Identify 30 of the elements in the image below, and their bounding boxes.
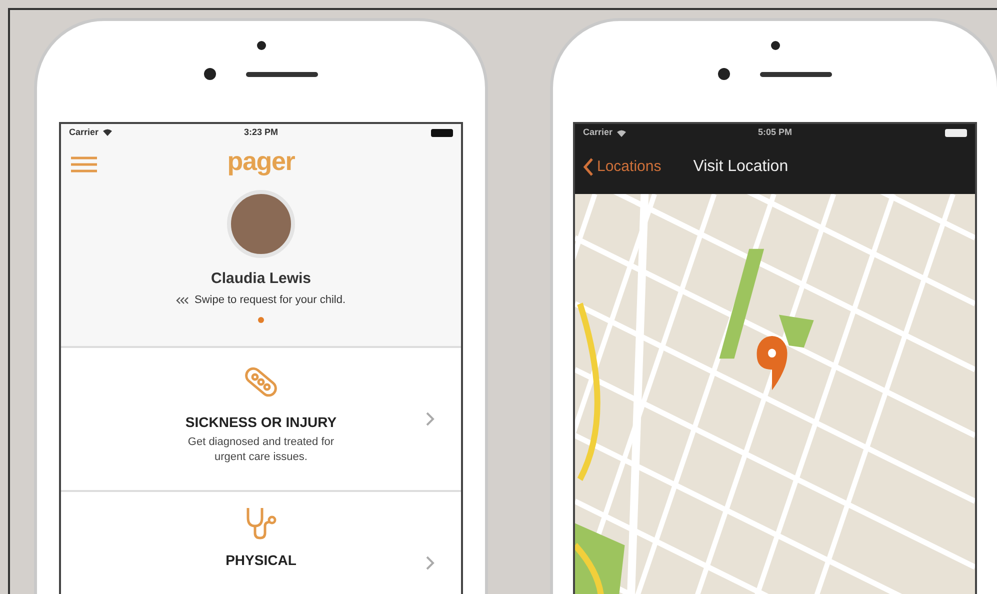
child-name: Claudia Lewis [210,268,312,289]
phone-sensor [770,41,780,50]
service-row[interactable]: PHYSICAL [61,490,461,594]
battery-icon [430,128,453,137]
battery-icon [944,129,967,137]
chevron-right-icon [426,556,435,570]
swipe-arrows-icon [176,297,190,304]
service-title: PHYSICAL [226,550,296,570]
carrier-label: Carrier [69,126,99,140]
wifi-icon [102,129,112,136]
chevron-left-icon [583,158,593,176]
service-title: SICKNESS OR INJURY [185,413,337,432]
phone-speaker [246,72,318,76]
nav-title: Visit Location [693,157,788,177]
phone-camera [204,68,216,80]
swipe-hint: Swipe to request for your child. [194,293,346,308]
stethoscope-icon [244,506,278,540]
status-time: 3:23 PM [244,126,278,140]
phone-speaker [760,72,832,76]
back-button[interactable]: Locations [575,156,662,178]
chevron-right-icon [426,412,435,426]
service-description: Get diagnosed and treated for urgent care issues. [186,435,336,466]
phone-camera [718,68,730,80]
phone-sensor [256,41,266,50]
app-logo: pager [227,146,295,176]
status-time: 5:05 PM [758,126,792,140]
service-row[interactable]: SICKNESS OR INJURY Get diagnosed and treated for urgent care issues. [61,346,461,490]
carrier-label: Carrier [583,126,613,140]
menu-icon[interactable] [71,156,97,173]
wifi-icon [616,130,626,136]
